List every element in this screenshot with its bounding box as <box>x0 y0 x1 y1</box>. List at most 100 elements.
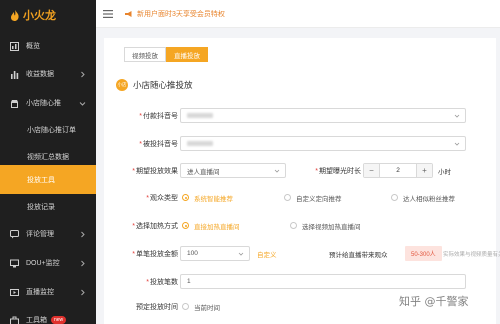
radio-circle <box>290 222 297 229</box>
section-badge: 小店 <box>116 79 128 91</box>
chevron-right-icon <box>81 260 85 266</box>
menu-toggle-icon[interactable] <box>103 9 113 18</box>
radio-circle <box>284 194 291 201</box>
main-card: 视频投放 直播投放 小店 小店随心推投放 *付款抖音号 *被投抖音号 *期望投放… <box>104 38 500 324</box>
decrement-button[interactable]: − <box>364 164 379 177</box>
sidebar-item-dou-monitor[interactable]: DOU+监控 <box>0 248 96 278</box>
target-select[interactable] <box>180 136 466 151</box>
sidebar-item-toolbox[interactable]: 工具箱 new <box>0 305 96 324</box>
notice-text: 新用户面时3天享受会员特权 <box>137 10 225 18</box>
schedule-radio-now[interactable]: 当前时间 <box>182 302 220 312</box>
sidebar-item-label: 收益数据 <box>26 71 54 78</box>
method-label: *选择加热方式 <box>132 222 178 230</box>
chevron-right-icon <box>81 289 85 295</box>
payer-label: *付款抖音号 <box>139 112 178 120</box>
tab-live-launch[interactable]: 直播投放 <box>166 47 208 62</box>
sidebar-item-label: 评论管理 <box>26 231 54 238</box>
sidebar-item-label: 概览 <box>26 43 40 50</box>
method-radio-video[interactable]: 选择视频加热直播间 <box>290 221 361 231</box>
sidebar-item-launch-records[interactable]: 投放记录 <box>0 192 96 222</box>
chevron-down-icon <box>238 252 244 256</box>
goal-label: *期望投放效果 <box>132 167 178 175</box>
chevron-right-icon <box>81 231 85 237</box>
sidebar-item-label: 直播监控 <box>26 289 54 296</box>
count-row: *投放笔数 1 <box>104 274 496 289</box>
comment-icon <box>10 229 19 238</box>
sidebar-item-comments[interactable]: 评论管理 <box>0 219 96 249</box>
audience-radio-smart[interactable]: 系统智能推荐 <box>182 193 233 203</box>
chevron-down-icon <box>79 101 86 106</box>
amount-select[interactable]: 100 <box>180 246 250 261</box>
launch-type-tabs: 视频投放 直播投放 <box>124 47 208 62</box>
sidebar-item-overview[interactable]: 概览 <box>0 31 96 61</box>
promo-notice[interactable]: 新用户面时3天享受会员特权 <box>124 9 225 19</box>
estimate-badge: 50-300人 <box>405 246 442 261</box>
custom-amount-link[interactable]: 自定义 <box>257 249 277 259</box>
increment-button[interactable]: + <box>417 164 432 177</box>
sidebar-item-label: 投放记录 <box>27 204 55 211</box>
estimate-label: 预计给直播带来观众 <box>329 251 388 259</box>
section-title: 小店随心推投放 <box>133 80 193 90</box>
goal-duration-row: *期望投放效果 进人直播间 *期望曝光时长 − 2 + 小时 <box>104 163 496 178</box>
duration-label: *期望曝光时长 <box>315 167 361 175</box>
sidebar-item-label: 工具箱 <box>26 317 47 324</box>
sidebar-item-earnings[interactable]: 收益数据 <box>0 59 96 89</box>
method-row: *选择加热方式 直接加热直播间 选择视频加热直播间 <box>104 218 496 233</box>
audience-row: *观众类型 系统智能推荐 自定义定向推荐 达人相似粉丝推荐 <box>104 190 496 205</box>
sidebar-item-xiaodian[interactable]: 小店随心推 <box>0 88 96 118</box>
app-logo[interactable]: 小火龙 <box>0 0 96 30</box>
count-label: *投放笔数 <box>146 278 178 286</box>
goal-value: 进人直播间 <box>187 168 220 176</box>
sidebar-item-label: DOU+监控 <box>26 260 60 267</box>
sidebar-item-label: 视频汇总数据 <box>27 154 69 161</box>
radio-circle <box>182 303 189 310</box>
sidebar-item-live-monitor[interactable]: 直播监控 <box>0 277 96 307</box>
goal-select[interactable]: 进人直播间 <box>180 163 286 178</box>
section-header: 小店 小店随心推投放 <box>116 79 193 91</box>
method-radio-direct[interactable]: 直接加热直播间 <box>182 221 240 231</box>
duration-stepper: − 2 + <box>363 163 433 178</box>
bar-chart-icon <box>11 70 19 79</box>
sidebar-item-label: 小店随心推 <box>26 100 61 107</box>
sidebar-item-xiaodian-orders[interactable]: 小店随心推订单 <box>0 115 96 145</box>
chevron-down-icon <box>454 142 460 146</box>
sidebar-item-label: 投放工具 <box>27 176 55 184</box>
audience-radio-similar[interactable]: 达人相似粉丝推荐 <box>391 193 455 203</box>
monitor-icon <box>10 259 19 267</box>
radio-circle <box>391 194 398 201</box>
app-name: 小火龙 <box>23 10 56 22</box>
sidebar-item-label: 小店随心推订单 <box>27 127 76 134</box>
blurred-account <box>187 113 213 118</box>
watermark: 知乎 @千警家 <box>399 295 469 308</box>
blurred-account <box>187 141 213 146</box>
amount-label: *单笔投放金额 <box>132 250 178 258</box>
audience-label: *观众类型 <box>146 194 178 202</box>
duration-value[interactable]: 2 <box>379 164 417 177</box>
shop-icon <box>11 99 18 108</box>
chevron-down-icon <box>454 114 460 118</box>
target-row: *被投抖音号 <box>104 136 496 151</box>
sidebar: 小火龙 概览 收益数据 小店随心推 小店随心推订单 视频汇总数据 投放工具 投放… <box>0 0 96 324</box>
dashboard-icon <box>10 41 19 51</box>
live-icon <box>10 288 19 296</box>
megaphone-icon <box>125 10 132 17</box>
new-badge: new <box>51 316 67 324</box>
sidebar-item-launch-tool[interactable]: 投放工具 <box>0 165 96 194</box>
target-label: *被投抖音号 <box>139 140 178 148</box>
toolbox-icon <box>10 316 19 324</box>
amount-row: *单笔投放金额 100 自定义 预计给直播带来观众 50-300人 实际效果与视… <box>104 246 500 261</box>
chevron-right-icon <box>81 71 85 77</box>
estimate-hint: 实际效果与视频质量有关 <box>443 251 500 258</box>
audience-radio-custom[interactable]: 自定义定向推荐 <box>284 193 342 203</box>
amount-value: 100 <box>187 250 198 257</box>
radio-circle <box>182 194 189 201</box>
flame-icon <box>11 9 19 21</box>
payer-row: *付款抖音号 <box>104 108 496 123</box>
tab-video-launch[interactable]: 视频投放 <box>124 47 166 62</box>
top-bar: 新用户面时3天享受会员特权 <box>96 0 500 28</box>
count-input[interactable]: 1 <box>180 274 466 289</box>
duration-unit: 小时 <box>438 168 451 176</box>
chevron-down-icon <box>274 169 280 173</box>
payer-select[interactable] <box>180 108 466 123</box>
radio-circle <box>182 222 189 229</box>
